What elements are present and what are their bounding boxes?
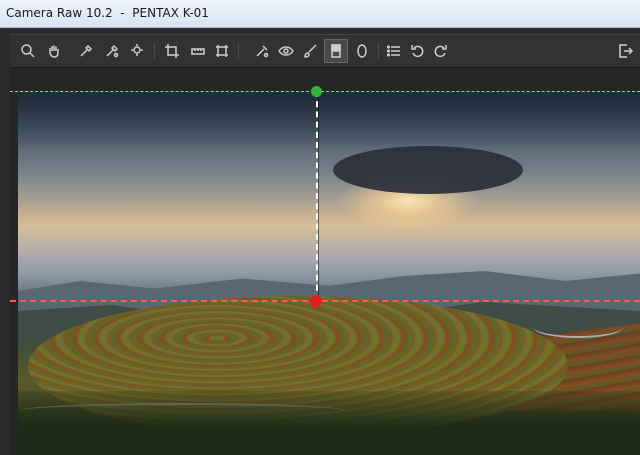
hand-icon — [49, 45, 59, 58]
toolbar — [10, 34, 640, 68]
graduated-filter-icon — [331, 44, 341, 58]
crop-tool-button[interactable] — [160, 39, 184, 63]
red-eye-icon — [278, 46, 294, 56]
exit-export-button[interactable] — [614, 39, 638, 63]
graduated-filter-axis-shadow — [318, 91, 319, 301]
graduated-filter-axis[interactable] — [316, 91, 318, 301]
graduated-filter-end-handle[interactable] — [310, 295, 322, 307]
toolbar-separator — [154, 43, 155, 59]
dark-cloud — [333, 146, 523, 194]
color-sampler-icon — [106, 44, 119, 58]
radial-filter-icon — [357, 44, 367, 58]
hand-tool-button[interactable] — [42, 39, 66, 63]
adjustment-brush-tool-button[interactable] — [298, 39, 322, 63]
toolbar-separator — [378, 43, 379, 59]
crop-icon — [165, 44, 179, 58]
straighten-tool-button[interactable] — [186, 39, 210, 63]
graduated-filter-tool-button[interactable] — [324, 39, 348, 63]
rotate-left-button[interactable] — [406, 39, 430, 63]
sky-clouds — [18, 91, 640, 151]
rotate-ccw-icon — [411, 45, 424, 58]
spot-removal-icon — [256, 45, 269, 58]
radial-filter-tool-button[interactable] — [350, 39, 374, 63]
brush-icon — [304, 44, 317, 58]
color-sampler-tool-button[interactable] — [100, 39, 124, 63]
winding-road — [533, 316, 623, 338]
red-eye-tool-button[interactable] — [274, 39, 298, 63]
graduated-filter-top-guide[interactable] — [10, 91, 640, 92]
toolbar-separator — [238, 43, 239, 59]
preferences-tool-button[interactable] — [382, 39, 406, 63]
straighten-icon — [191, 48, 205, 55]
rotate-right-button[interactable] — [428, 39, 452, 63]
spot-removal-tool-button[interactable] — [250, 39, 274, 63]
transform-tool-button[interactable] — [210, 39, 234, 63]
zoom-tool-button[interactable] — [16, 39, 40, 63]
foreground-trees — [18, 391, 640, 455]
window-title: Camera Raw 10.2 - PENTAX K-01 — [6, 6, 209, 20]
targeted-adjustment-tool-button[interactable] — [126, 39, 150, 63]
magnifier-icon — [21, 44, 35, 58]
target-adjust-icon — [131, 44, 143, 56]
eyedropper-icon — [80, 44, 93, 57]
photo-preview[interactable] — [18, 91, 640, 455]
left-panel-edge — [0, 68, 10, 455]
white-balance-tool-button[interactable] — [74, 39, 98, 63]
transform-icon — [216, 45, 228, 57]
graduated-filter-center-guide[interactable] — [10, 300, 640, 302]
rotate-cw-icon — [434, 45, 447, 58]
window-titlebar: Camera Raw 10.2 - PENTAX K-01 — [0, 0, 640, 28]
export-icon — [619, 44, 634, 58]
graduated-filter-start-handle[interactable] — [311, 86, 322, 97]
list-icon — [386, 45, 400, 57]
